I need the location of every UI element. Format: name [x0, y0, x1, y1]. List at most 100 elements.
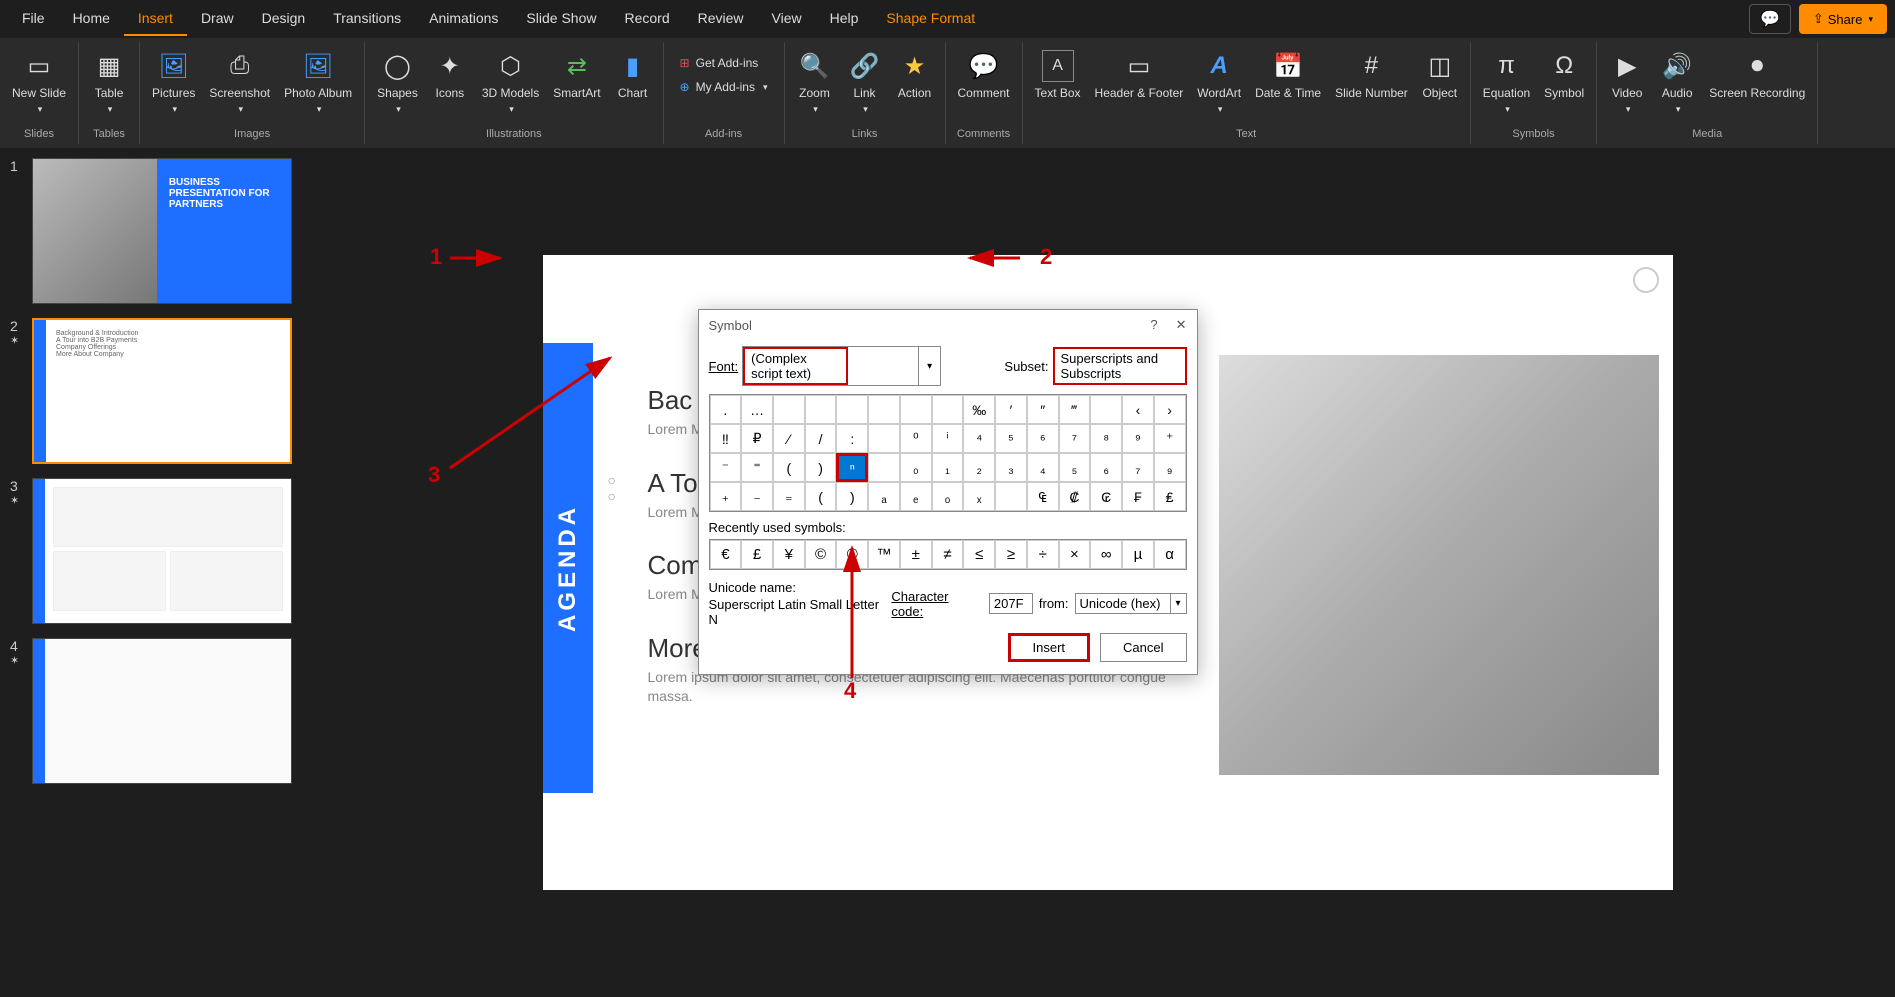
- text-box-button[interactable]: AText Box: [1031, 48, 1085, 102]
- symbol-cell[interactable]: [932, 395, 964, 424]
- symbol-cell[interactable]: ₤: [1154, 482, 1186, 511]
- symbol-cell[interactable]: ₡: [1059, 482, 1091, 511]
- symbol-cell[interactable]: [868, 395, 900, 424]
- recent-symbol-cell[interactable]: ∞: [1090, 540, 1122, 569]
- dialog-title-bar[interactable]: Symbol ? ✕: [699, 310, 1197, 340]
- equation-button[interactable]: πEquation▾: [1479, 48, 1534, 117]
- table-button[interactable]: ▦Table▾: [87, 48, 131, 117]
- symbol-cell[interactable]: ⁷: [1059, 424, 1091, 453]
- symbol-cell[interactable]: ₂: [963, 453, 995, 482]
- symbol-cell[interactable]: ⁱ: [932, 424, 964, 453]
- pictures-button[interactable]: 🖼Pictures▾: [148, 48, 199, 117]
- symbol-cell[interactable]: ‹: [1122, 395, 1154, 424]
- symbol-cell[interactable]: ₽: [741, 424, 773, 453]
- symbol-cell[interactable]: .: [710, 395, 742, 424]
- video-button[interactable]: ▶Video▾: [1605, 48, 1649, 117]
- symbol-cell[interactable]: (: [773, 453, 805, 482]
- menu-transitions[interactable]: Transitions: [319, 2, 415, 36]
- symbol-cell[interactable]: ₣: [1122, 482, 1154, 511]
- slide-canvas[interactable]: AGENDA Bac Lorem Maece ○○ A To Lorem Mae…: [543, 255, 1673, 890]
- symbol-grid[interactable]: .…‰′″‴‹›‼₽⁄/:⁰ⁱ⁴⁵⁶⁷⁸⁹⁺⁻⁼()ⁿ₀₁₂₃₄₅₆₇₉₊₋₌(…: [709, 394, 1187, 512]
- recent-symbol-cell[interactable]: ®: [836, 540, 868, 569]
- symbol-cell[interactable]: ₢: [1090, 482, 1122, 511]
- shapes-button[interactable]: ◯Shapes▾: [373, 48, 422, 117]
- symbol-cell[interactable]: ): [805, 453, 837, 482]
- symbol-cell[interactable]: ₠: [1027, 482, 1059, 511]
- symbol-cell[interactable]: ″: [1027, 395, 1059, 424]
- symbol-cell[interactable]: ₄: [1027, 453, 1059, 482]
- symbol-cell[interactable]: ′: [995, 395, 1027, 424]
- header-footer-button[interactable]: ▭Header & Footer: [1091, 48, 1188, 102]
- symbol-cell[interactable]: ₁: [932, 453, 964, 482]
- symbol-cell[interactable]: ₋: [741, 482, 773, 511]
- symbol-cell[interactable]: /: [805, 424, 837, 453]
- menu-view[interactable]: View: [758, 2, 816, 36]
- menu-design[interactable]: Design: [248, 2, 320, 36]
- slide-thumb-3[interactable]: 3✶: [10, 478, 310, 624]
- symbol-cell[interactable]: ₇: [1122, 453, 1154, 482]
- chevron-down-icon[interactable]: ▾: [1170, 594, 1186, 613]
- new-slide-button[interactable]: ▭New Slide▾: [8, 48, 70, 117]
- recent-symbol-cell[interactable]: ≤: [963, 540, 995, 569]
- menu-file[interactable]: File: [8, 2, 59, 36]
- symbol-cell[interactable]: [900, 395, 932, 424]
- menu-review[interactable]: Review: [684, 2, 758, 36]
- menu-animations[interactable]: Animations: [415, 2, 512, 36]
- chevron-down-icon[interactable]: ▾: [918, 347, 940, 385]
- recent-symbol-cell[interactable]: ×: [1059, 540, 1091, 569]
- wordart-button[interactable]: AWordArt▾: [1193, 48, 1245, 117]
- date-time-button[interactable]: 📅Date & Time: [1251, 48, 1325, 102]
- symbol-cell[interactable]: ⁶: [1027, 424, 1059, 453]
- symbol-cell[interactable]: ⁵: [995, 424, 1027, 453]
- symbol-cell[interactable]: ⁻: [710, 453, 742, 482]
- symbol-cell[interactable]: ⁼: [741, 453, 773, 482]
- symbol-cell[interactable]: ₊: [710, 482, 742, 511]
- menu-home[interactable]: Home: [59, 2, 124, 36]
- symbol-cell[interactable]: [995, 482, 1027, 511]
- from-select[interactable]: Unicode (hex): [1076, 594, 1170, 613]
- symbol-cell[interactable]: ₅: [1059, 453, 1091, 482]
- symbol-cell[interactable]: ₆: [1090, 453, 1122, 482]
- menu-help[interactable]: Help: [816, 2, 873, 36]
- symbol-cell[interactable]: ₒ: [932, 482, 964, 511]
- audio-button[interactable]: 🔊Audio▾: [1655, 48, 1699, 117]
- symbol-cell[interactable]: ₀: [900, 453, 932, 482]
- recent-symbol-cell[interactable]: €: [710, 540, 742, 569]
- share-button[interactable]: ⇪ Share ▾: [1799, 4, 1887, 34]
- recent-symbol-cell[interactable]: ¥: [773, 540, 805, 569]
- recent-symbol-cell[interactable]: ™: [868, 540, 900, 569]
- object-button[interactable]: ◫Object: [1418, 48, 1462, 102]
- zoom-button[interactable]: 🔍Zoom▾: [793, 48, 837, 117]
- symbol-cell[interactable]: [868, 424, 900, 453]
- symbol-cell[interactable]: ⁄: [773, 424, 805, 453]
- subset-select[interactable]: Superscripts and Subscripts: [1053, 347, 1187, 385]
- symbol-cell[interactable]: ⁹: [1122, 424, 1154, 453]
- link-button[interactable]: 🔗Link▾: [843, 48, 887, 117]
- menu-shape-format[interactable]: Shape Format: [872, 2, 989, 36]
- symbol-cell[interactable]: ‼: [710, 424, 742, 453]
- symbol-cell[interactable]: [1090, 395, 1122, 424]
- symbol-cell[interactable]: ): [836, 482, 868, 511]
- action-button[interactable]: ★Action: [893, 48, 937, 102]
- menu-draw[interactable]: Draw: [187, 2, 248, 36]
- symbol-cell[interactable]: ₌: [773, 482, 805, 511]
- recent-symbol-cell[interactable]: ≠: [932, 540, 964, 569]
- close-icon[interactable]: ✕: [1176, 317, 1187, 333]
- recent-symbol-cell[interactable]: ÷: [1027, 540, 1059, 569]
- symbol-cell[interactable]: [836, 395, 868, 424]
- 3d-models-button[interactable]: ⬡3D Models▾: [478, 48, 543, 117]
- symbol-cell[interactable]: [805, 395, 837, 424]
- chart-button[interactable]: ▮Chart: [611, 48, 655, 102]
- char-code-input[interactable]: [989, 593, 1033, 614]
- recent-symbol-cell[interactable]: µ: [1122, 540, 1154, 569]
- symbol-cell[interactable]: ›: [1154, 395, 1186, 424]
- smartart-button[interactable]: ⇄SmartArt: [549, 48, 604, 102]
- font-select[interactable]: (Complex script text) ▾: [742, 346, 941, 386]
- symbol-cell[interactable]: ⁸: [1090, 424, 1122, 453]
- symbol-cell[interactable]: ⁴: [963, 424, 995, 453]
- symbol-cell[interactable]: ⁺: [1154, 424, 1186, 453]
- slide-panel[interactable]: 1 BUSINESS PRESENTATION FOR PARTNERS 2✶ …: [0, 148, 320, 997]
- symbol-cell[interactable]: ₐ: [868, 482, 900, 511]
- help-icon[interactable]: ?: [1150, 317, 1157, 333]
- my-addins-button[interactable]: ⊕My Add-ins▾: [672, 76, 776, 98]
